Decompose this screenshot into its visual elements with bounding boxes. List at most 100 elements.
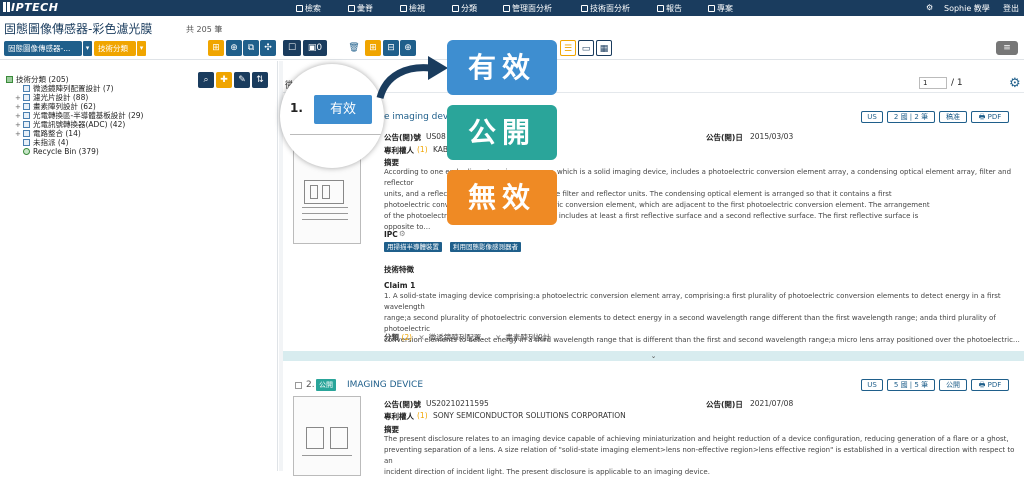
tree-node[interactable]: + 光電訊號轉換器(ADC) (42) [6,120,144,129]
selection-count-icon[interactable]: ▣0 [303,40,327,56]
tree-node[interactable]: + 光電轉換區-半導體基板設計 (29) [6,111,144,120]
card-index: 2. [306,380,315,390]
nav-management-analysis[interactable]: 管理面分析 [503,3,552,14]
tree-add-icon[interactable]: ⊞ [208,40,224,56]
tree-copy-icon[interactable]: ⧉ [243,40,259,56]
tree-node-label: 電路整合 (14) [33,129,81,138]
ipc-chip[interactable]: 用掃描半導體裝置 [384,242,442,252]
results-settings-gear-icon[interactable]: ⚙ [1009,76,1021,91]
pub-no-label: 公告(開)號 [384,133,421,142]
nav-search[interactable]: 檢索 [296,3,321,14]
remove-class-icon[interactable]: ✕ [418,333,424,342]
monitor-icon [503,5,510,12]
tree-node[interactable]: 微透鏡陣列配置設計 (7) [6,84,144,93]
patent-drawing-thumbnail[interactable] [293,396,361,476]
status-button[interactable]: 公開 [939,379,967,391]
tree-node[interactable]: + 電路整合 (14) [6,129,144,138]
status-badge-magnified: 有效 [314,95,372,124]
nav-report[interactable]: 報告 [657,3,682,14]
nav-technical-analysis[interactable]: 技術面分析 [581,3,630,14]
folder-icon [23,85,30,92]
tree-node-label: 未指派 (4) [33,138,69,147]
logout-link[interactable]: 登出 [1003,3,1019,14]
tree-node[interactable]: 未指派 (4) [6,138,144,147]
classification-row: 分類 (2) ✕ 微透鏡陣列配置… ✕ 畫素陣列設計 [384,333,551,342]
category-tree: 技術分類 (205) 微透鏡陣列配置設計 (7) + 濾光片設計 (88) + 畫素陣列設… [6,75,144,156]
pub-no-value[interactable]: US08 [426,132,446,141]
category-dropdown-chevron-icon[interactable]: ▾ [137,41,146,56]
ipc-chip[interactable]: 利用固態影像感測器者 [450,242,521,252]
recycle-icon [23,148,30,155]
pdf-icon: 🖶 [978,113,988,121]
iptech-logo[interactable]: IPTECH [3,1,58,14]
expand-card-bar[interactable]: ⌄ [283,351,1024,361]
pub-no-label: 公告(開)號 [384,400,421,409]
assignee-count: (1) [417,145,428,154]
hamburger-menu-icon[interactable]: ≡ [996,41,1018,55]
card-view-icon[interactable]: ▭ [578,40,594,56]
patent-title[interactable]: IMAGING DEVICE [347,380,423,390]
folder-icon [23,121,30,128]
select-checkbox[interactable] [295,382,302,389]
project-dropdown[interactable]: 固態圖像傳感器-... [4,41,82,56]
page-total: / 1 [951,78,963,88]
magnifier-callout: 1. 有效 [280,64,384,168]
tree-node-label: 光電訊號轉換器(ADC) (42) [33,120,126,129]
tree-node[interactable]: + 濾光片設計 (88) [6,93,144,102]
class-tag[interactable]: 畫素陣列設計 [505,333,550,342]
tree-add-node-icon[interactable]: ✚ [216,72,232,88]
ipc-settings-icon[interactable]: ⚙ [399,229,406,238]
abstract-text: The present disclosure relates to an ima… [384,435,1015,476]
pdf-icon: 🖶 [978,381,988,389]
tree-node[interactable]: + 畫素陣列設計 (62) [6,102,144,111]
divider [290,134,384,135]
settings-gear-icon[interactable]: ⚙ [926,3,933,12]
pdf-button[interactable]: 🖶 PDF [971,379,1009,391]
folder-icon [23,94,30,101]
chevron-down-icon: ⌄ [650,352,657,360]
project-dropdown-chevron-icon[interactable]: ▾ [83,41,92,56]
pub-no-value[interactable]: US20210211595 [426,399,489,408]
tree-sort-icon[interactable]: ⇅ [252,72,268,88]
pdf-button[interactable]: 🖶 PDF [971,111,1009,123]
nav-view[interactable]: 檢視 [400,3,425,14]
trash-icon[interactable]: 🗑 [346,40,362,56]
status-badge: 公開 [316,379,336,391]
nav-project[interactable]: 專案 [708,3,733,14]
remove-class-icon[interactable]: ✕ [495,333,501,342]
branch-icon [452,5,459,12]
tree-move-icon[interactable]: ⊕ [226,40,242,56]
nav-collect[interactable]: 彙脊 [348,3,373,14]
folder-icon [708,5,715,12]
assignee-value[interactable]: SONY SEMICONDUCTOR SOLUTIONS CORPORATION [433,411,626,420]
tree-node[interactable]: Recycle Bin (379) [6,147,144,156]
tree-node-label: 微透鏡陣列配置設計 (7) [33,84,114,93]
top-nav-bar: IPTECH 檢索 彙脊 檢視 分類 管理面分析 技術面分析 報告 專案 ⚙ S… [0,0,1024,16]
select-checkbox-icon[interactable]: ☐ [283,40,301,56]
family-count-button[interactable]: 2 國 | 2 筆 [887,111,935,123]
tree-search-icon[interactable]: ⌕ [198,72,214,88]
user-name[interactable]: Sophie 教學 [944,3,990,14]
nav-classify[interactable]: 分類 [452,3,477,14]
category-dropdown[interactable]: 技術分類 [94,41,136,56]
tree-node[interactable]: 技術分類 (205) [6,75,144,84]
family-count-button[interactable]: 5 國 | 5 筆 [887,379,935,391]
country-button[interactable]: US [861,111,883,123]
tree-node-label: 濾光片設計 (88) [33,93,89,102]
pub-date-label: 公告(開)日 [706,400,743,409]
status-button[interactable]: 稿准 [939,111,967,123]
list-view-icon[interactable]: ☰ [560,40,576,56]
doc-icon [657,5,664,12]
folder-icon [23,130,30,137]
country-button[interactable]: US [861,379,883,391]
tree-node-label: 畫素陣列設計 (62) [33,102,96,111]
tree-edit-icon[interactable]: ✎ [234,72,250,88]
patent-card-2: 2. 公開 IMAGING DEVICE US 5 國 | 5 筆 公開 🖶 P… [283,362,1024,476]
table-view-icon[interactable]: ▦ [596,40,612,56]
page-number-input[interactable]: 1 [919,77,947,89]
tree-node-label: 技術分類 (205) [16,75,69,84]
tree-expand-icon[interactable]: ✣ [260,40,276,56]
assignee-value[interactable]: KAB [433,145,448,154]
class-tag[interactable]: 微透鏡陣列配置… [429,333,489,342]
pub-date-label: 公告(開)日 [706,133,743,142]
